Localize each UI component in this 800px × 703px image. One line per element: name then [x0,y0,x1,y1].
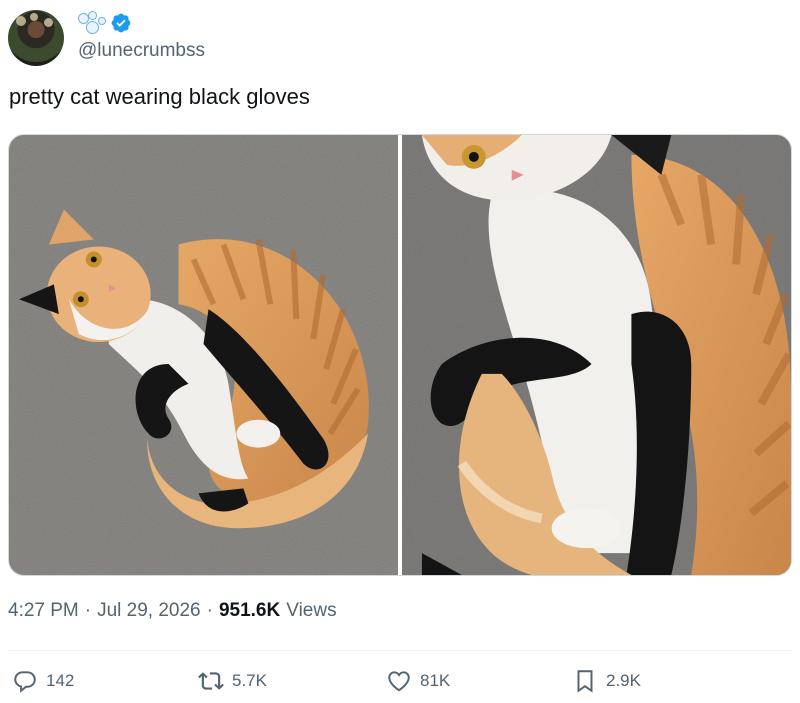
like-button[interactable]: 81K [386,668,450,694]
cat-photo-2-image [402,135,791,575]
like-count: 81K [420,671,451,690]
tweet-text: pretty cat wearing black gloves [9,84,310,109]
repost-icon [198,672,224,690]
bookmark-count: 2.9K [606,671,641,690]
bubbles-icon [78,11,106,35]
tweet-header: @lunecrumbss [8,6,608,68]
meta-separator: · [206,600,213,621]
meta-separator: · [84,600,92,621]
reply-count: 142 [46,671,75,690]
action-bar: 142 5.7K 81K 2.9K [0,668,800,700]
media-grid [8,134,792,576]
heart-icon [388,671,410,692]
display-name-row[interactable] [78,10,132,36]
cat-photo-1-image [9,135,398,575]
cat-photo-2[interactable] [402,135,791,575]
user-handle[interactable]: @lunecrumbss [78,40,205,62]
views-label: Views [286,600,337,621]
avatar[interactable] [8,10,64,66]
cat-photo-1[interactable] [9,135,398,575]
verified-badge-icon [111,13,131,33]
reply-button[interactable]: 142 [12,668,74,694]
bookmark-icon [577,670,593,693]
bookmark-button[interactable]: 2.9K [572,668,641,694]
divider [8,650,792,651]
tweet-date[interactable]: Jul 29, 2026 [97,600,201,622]
repost-button[interactable]: 5.7K [198,668,267,694]
repost-count: 5.7K [232,671,267,690]
reply-icon [14,671,36,693]
tweet-meta: 4:27 PM · Jul 29, 2026 · 951.6K Views [8,600,337,622]
tweet-time[interactable]: 4:27 PM [8,600,79,622]
views-count: 951.6K [218,600,281,621]
